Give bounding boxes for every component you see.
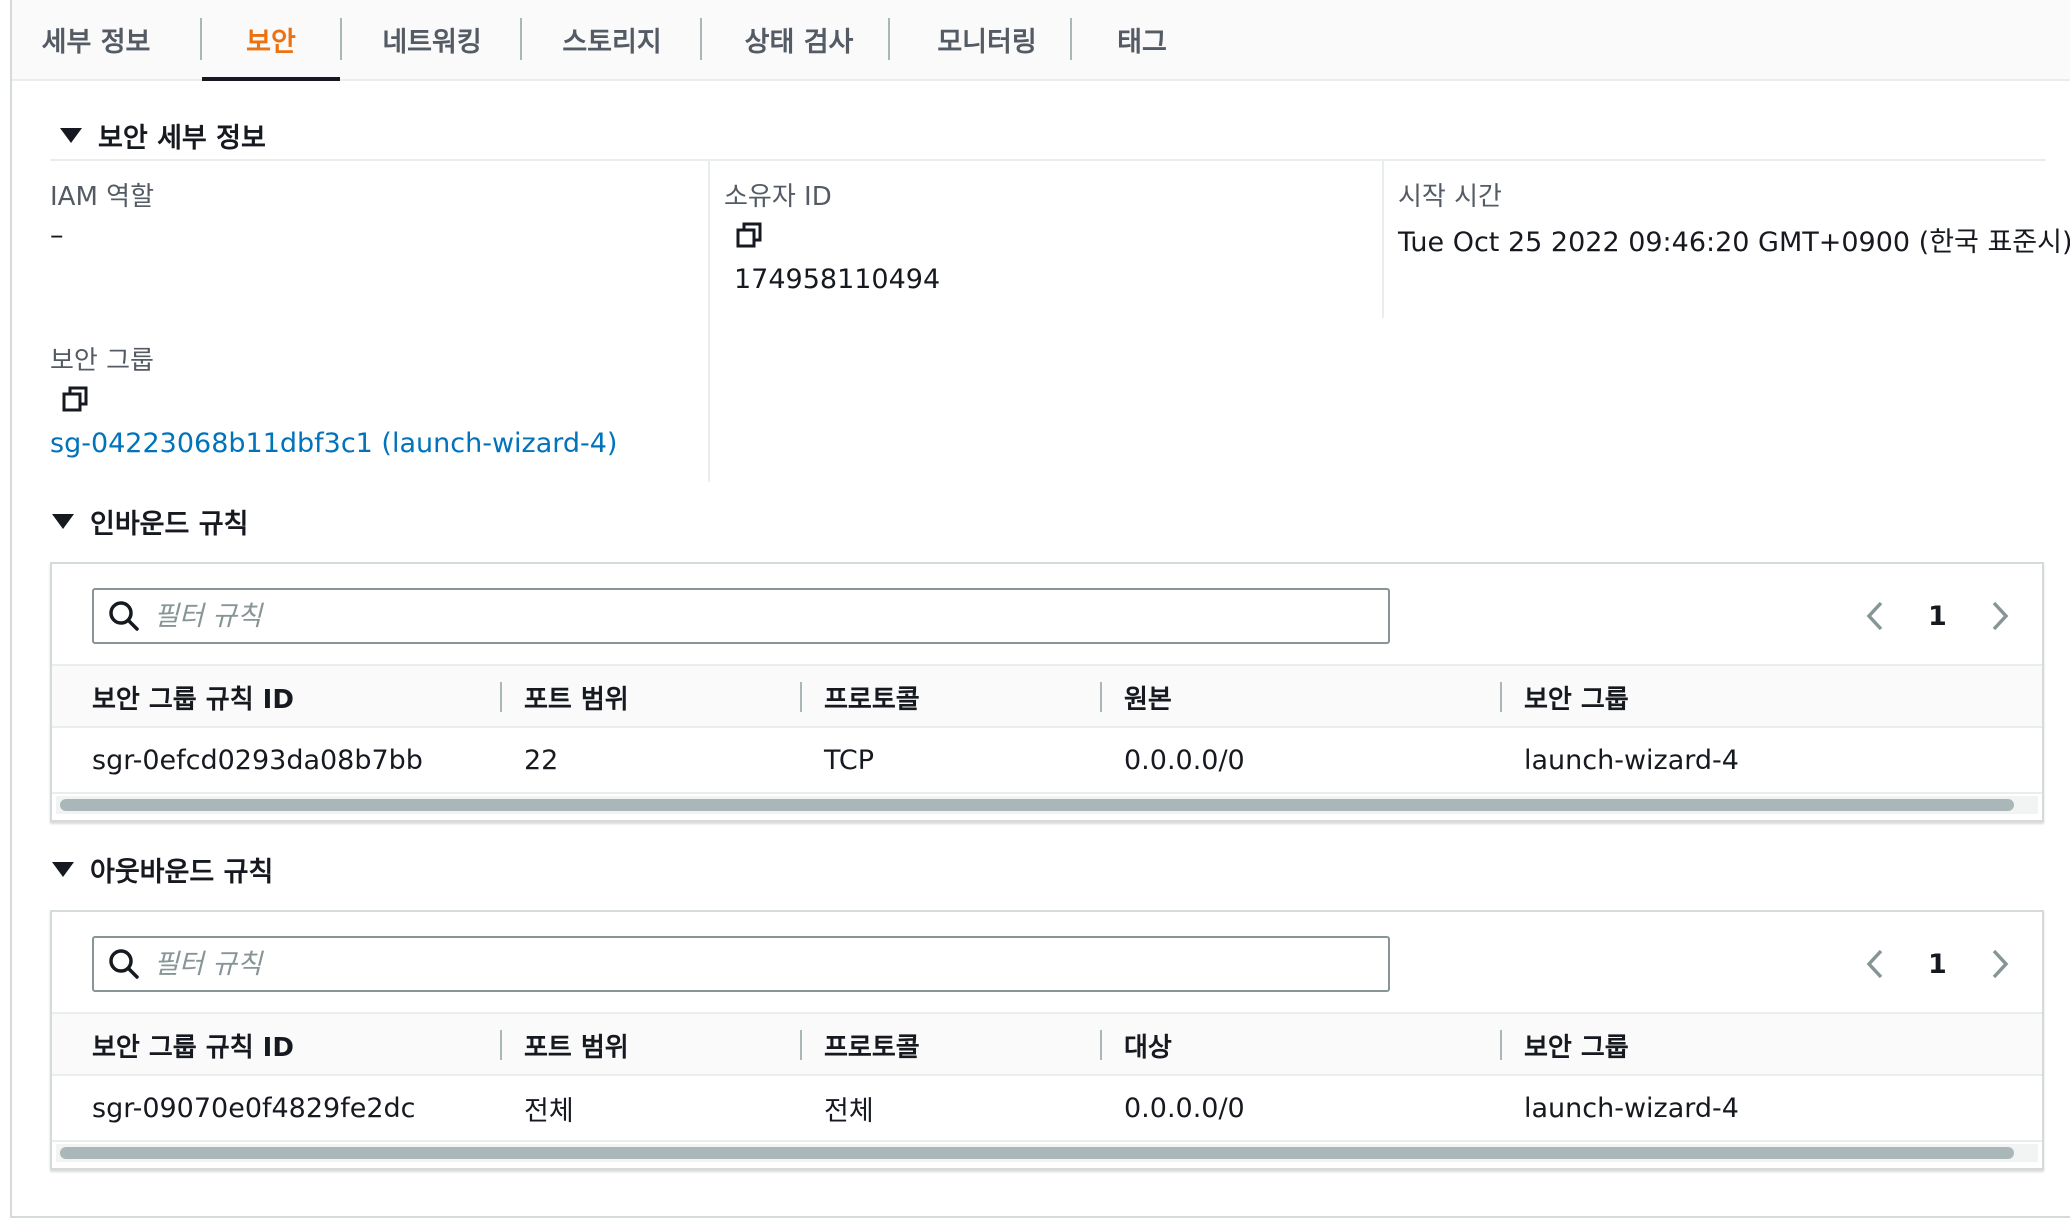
column-resizer[interactable] — [1100, 1030, 1102, 1060]
table-header: 보안 그룹 규칙 ID 포트 범위 프로토콜 대상 보안 그룹 — [52, 1012, 2042, 1076]
inbound-filter — [92, 588, 1390, 644]
column-header[interactable]: 포트 범위 — [524, 666, 629, 728]
tab-tags[interactable]: 태그 — [1082, 0, 1202, 79]
search-icon — [109, 949, 139, 979]
column-resizer[interactable] — [800, 682, 802, 712]
inbound-pagination: 1 — [1860, 588, 2015, 644]
security-group-cell: launch-wizard-4 — [1524, 1092, 1739, 1124]
security-group-cell: launch-wizard-4 — [1524, 744, 1739, 776]
column-header[interactable]: 프로토콜 — [824, 1014, 920, 1076]
outbound-filter — [92, 936, 1390, 992]
security-group-link[interactable]: sg-04223068b11dbf3c1 (launch-wizard-4) — [50, 428, 617, 459]
chevron-right-icon[interactable] — [1985, 588, 2015, 644]
tab-bar: 세부 정보 보안 네트워킹 스토리지 상태 검사 모니터링 태그 — [12, 0, 2070, 81]
rule-id-cell: sgr-09070e0f4829fe2dc — [92, 1092, 416, 1124]
scrollbar-thumb[interactable] — [60, 1147, 2014, 1159]
port-range-cell: 전체 — [524, 1095, 574, 1127]
tab-status-checks[interactable]: 상태 검사 — [716, 0, 882, 79]
iam-role-label: IAM 역할 — [50, 182, 154, 212]
owner-id-label: 소유자 ID — [724, 182, 832, 212]
caret-down-icon — [52, 514, 74, 529]
rule-id-cell: sgr-0efcd0293da08b7bb — [92, 744, 423, 776]
iam-role-value: – — [50, 220, 64, 251]
section-title: 인바운드 규칙 — [90, 509, 249, 540]
launch-time-value: Tue Oct 25 2022 09:46:20 GMT+0900 (한국 표준… — [1398, 227, 2070, 258]
divider — [50, 159, 2046, 161]
column-resizer[interactable] — [1100, 682, 1102, 712]
copy-icon[interactable] — [734, 220, 764, 250]
table-row: sgr-0efcd0293da08b7bb 22 TCP 0.0.0.0/0 l… — [52, 728, 2042, 794]
column-resizer[interactable] — [1500, 682, 1502, 712]
caret-down-icon — [52, 862, 74, 877]
caret-down-icon — [60, 128, 82, 143]
outbound-filter-input[interactable] — [154, 948, 1334, 980]
column-resizer[interactable] — [800, 1030, 802, 1060]
tab-monitoring[interactable]: 모니터링 — [902, 0, 1072, 79]
section-title: 보안 세부 정보 — [98, 123, 266, 154]
table-row: sgr-09070e0f4829fe2dc 전체 전체 0.0.0.0/0 la… — [52, 1076, 2042, 1142]
protocol-cell: 전체 — [824, 1095, 874, 1127]
security-groups-label: 보안 그룹 — [50, 346, 154, 376]
tab-separator — [340, 18, 342, 60]
column-resizer[interactable] — [1500, 1030, 1502, 1060]
tab-separator — [1070, 18, 1072, 60]
outbound-pagination: 1 — [1860, 936, 2015, 992]
tab-separator — [888, 18, 890, 60]
outbound-rules-table: 1 보안 그룹 규칙 ID 포트 범위 프로토콜 대상 보안 그룹 sgr-09… — [50, 910, 2044, 1170]
horizontal-scrollbar[interactable] — [56, 1144, 2038, 1162]
column-divider — [708, 160, 710, 482]
page-number[interactable]: 1 — [1928, 601, 1947, 632]
column-divider — [1382, 160, 1384, 318]
inbound-filter-input[interactable] — [154, 600, 1334, 632]
port-range-cell: 22 — [524, 744, 559, 776]
inbound-rules-table: 1 보안 그룹 규칙 ID 포트 범위 프로토콜 원본 보안 그룹 sgr-0e… — [50, 562, 2044, 822]
column-header[interactable]: 원본 — [1124, 666, 1172, 728]
tab-separator — [700, 18, 702, 60]
column-header[interactable]: 대상 — [1124, 1014, 1172, 1076]
inbound-rules-toggle[interactable]: 인바운드 규칙 — [52, 502, 248, 541]
instance-details-panel: 세부 정보 보안 네트워킹 스토리지 상태 검사 모니터링 태그 보안 세부 정… — [10, 0, 2070, 1218]
copy-icon[interactable] — [60, 384, 90, 414]
search-icon — [109, 601, 139, 631]
tab-separator — [520, 18, 522, 60]
horizontal-scrollbar[interactable] — [56, 796, 2038, 814]
column-header[interactable]: 보안 그룹 — [1524, 666, 1629, 728]
destination-cell: 0.0.0.0/0 — [1124, 1092, 1245, 1124]
column-resizer[interactable] — [500, 1030, 502, 1060]
protocol-cell: TCP — [824, 744, 875, 776]
tab-details[interactable]: 세부 정보 — [26, 0, 166, 79]
chevron-right-icon[interactable] — [1985, 936, 2015, 992]
column-header[interactable]: 포트 범위 — [524, 1014, 629, 1076]
source-cell: 0.0.0.0/0 — [1124, 744, 1245, 776]
tab-storage[interactable]: 스토리지 — [532, 0, 692, 79]
column-header[interactable]: 프로토콜 — [824, 666, 920, 728]
section-title: 아웃바운드 규칙 — [90, 857, 274, 888]
column-header[interactable]: 보안 그룹 규칙 ID — [92, 666, 294, 728]
outbound-rules-toggle[interactable]: 아웃바운드 규칙 — [52, 850, 273, 889]
launch-time-label: 시작 시간 — [1398, 182, 1502, 212]
tab-networking[interactable]: 네트워킹 — [352, 0, 512, 79]
chevron-left-icon[interactable] — [1860, 936, 1890, 992]
page-number[interactable]: 1 — [1928, 949, 1947, 980]
column-header[interactable]: 보안 그룹 — [1524, 1014, 1629, 1076]
security-details-toggle[interactable]: 보안 세부 정보 — [60, 116, 266, 155]
column-resizer[interactable] — [500, 682, 502, 712]
owner-id-value: 174958110494 — [734, 264, 941, 295]
chevron-left-icon[interactable] — [1860, 588, 1890, 644]
column-header[interactable]: 보안 그룹 규칙 ID — [92, 1014, 294, 1076]
scrollbar-thumb[interactable] — [60, 799, 2014, 811]
table-header: 보안 그룹 규칙 ID 포트 범위 프로토콜 원본 보안 그룹 — [52, 664, 2042, 728]
tab-security[interactable]: 보안 — [202, 0, 340, 81]
